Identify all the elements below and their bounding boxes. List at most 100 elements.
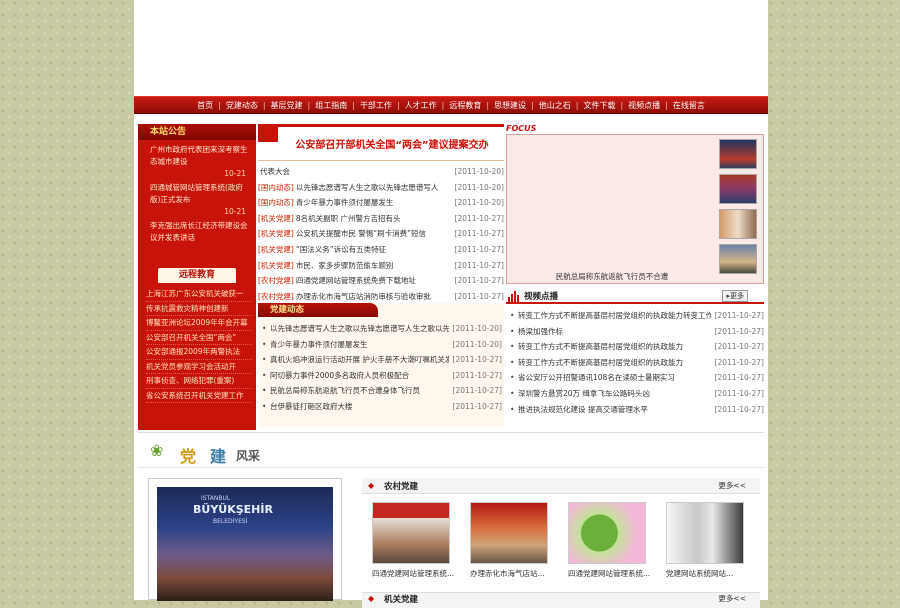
video-row-title[interactable]: 转变工作方式不断提高基层村居党组织的执政能力 xyxy=(518,355,711,371)
news-row-title[interactable]: 8名机关副职 广州警方吉招有头 xyxy=(294,211,451,227)
news-row[interactable]: [机关党建] 市民、家多步骤防范偷车顾别 [2011-10-27] xyxy=(258,258,504,274)
news-row-title[interactable]: 市民、家多步骤防范偷车顾别 xyxy=(294,258,451,274)
feature-photo[interactable]: ISTANBUL BÜYÜKŞEHİR BELEDİYESİ xyxy=(157,487,333,601)
nav-item[interactable]: 干部工作 xyxy=(355,100,397,111)
focus-thumbnail[interactable] xyxy=(719,174,757,204)
news-row-title[interactable]: 代表大会 xyxy=(258,164,451,180)
news-category[interactable]: [国内动态] xyxy=(258,180,294,196)
organ-more-link[interactable]: 更多<< xyxy=(718,593,746,604)
focus-thumbnail[interactable] xyxy=(719,209,757,239)
rural-card[interactable]: 四通党建网站管理系统... xyxy=(372,502,454,579)
nav-item[interactable]: 远程教育 xyxy=(444,100,486,111)
rural-card[interactable]: 四通党建网站管理系统... xyxy=(568,502,650,579)
video-row-title[interactable]: 省公安厅公开招警通讯108名在读硕士暑期实习 xyxy=(518,370,711,386)
party-row-title[interactable]: 民航总局称东航返航飞行员不合遭身体飞行员 xyxy=(270,383,449,399)
nav-item[interactable]: 首页 xyxy=(192,100,218,111)
notice-item[interactable]: 四通城管网站管理系统(政府版)正式发布 10-21 xyxy=(142,182,252,218)
party-news-title[interactable]: 党建动态 xyxy=(258,303,378,317)
rural-caption[interactable]: 办理赤化市海气店站... xyxy=(470,568,554,579)
notice-item[interactable]: 李克强出席长江经济带建设会议并发表讲话 xyxy=(142,220,252,244)
nav-item[interactable]: 党建动态 xyxy=(221,100,263,111)
nav-item[interactable]: 人才工作 xyxy=(400,100,442,111)
notice-item[interactable]: 广州市政府代表团来深考察生态城市建设 10-21 xyxy=(142,144,252,180)
focus-frame[interactable]: 民航总局称东航返航飞行员不合遭 xyxy=(506,134,764,284)
news-row-title[interactable]: 以先锋志愿谱写人生之歌以先锋志愿谱写人 xyxy=(294,180,451,196)
party-row[interactable]: • 真机火焰冲浪运行活动开展 护火手册不大潮叮嘱机关发布 [2011-10-27] xyxy=(262,352,502,368)
video-row[interactable]: • 深圳警方悬赏20万 缉拿飞车公路码头凶 [2011-10-27] xyxy=(510,386,764,402)
rural-photo[interactable] xyxy=(666,502,744,564)
remote-education-item[interactable]: 省公安系统召开机关党建工作 xyxy=(146,389,252,403)
party-row-title[interactable]: 以先锋志愿谱写人生之歌以先锋志愿谱写人生之歌以先锋志愿 xyxy=(270,321,449,337)
party-row-title[interactable]: 真机火焰冲浪运行活动开展 护火手册不大潮叮嘱机关发布 xyxy=(270,352,449,368)
remote-education-item[interactable]: 公安部通报2009年两警执法 xyxy=(146,345,252,360)
news-row-title[interactable]: 公安机关提醒市民 警惕“刷卡消费”短信 xyxy=(294,226,451,242)
news-row[interactable]: 代表大会 [2011-10-20] xyxy=(258,164,504,180)
nav-item[interactable]: 思想建设 xyxy=(489,100,531,111)
nav-item[interactable]: 基层党建 xyxy=(266,100,308,111)
news-category[interactable]: [机关党建] xyxy=(258,242,294,258)
news-row-title[interactable]: “国法义务”诉讼有五类特征 xyxy=(294,242,451,258)
news-row[interactable]: [机关党建] 8名机关副职 广州警方吉招有头 [2011-10-27] xyxy=(258,211,504,227)
party-row[interactable]: • 民航总局称东航返航飞行员不合遭身体飞行员 [2011-10-27] xyxy=(262,383,502,399)
party-row[interactable]: •以先锋志愿谱写人生之歌以先锋志愿谱写人生之歌以先锋志愿[2011-10-20] xyxy=(262,321,502,337)
rural-photo[interactable] xyxy=(470,502,548,564)
remote-education-title[interactable]: 远程教育 xyxy=(158,268,236,283)
news-row-title[interactable]: 青少年暴力事件须付屡屡发生 xyxy=(294,195,451,211)
video-row-title[interactable]: 转变工作方式不断提高基层村居党组织的执政能力 xyxy=(518,339,711,355)
video-row[interactable]: • 杨梁加强作标 [2011-10-27] xyxy=(510,324,764,340)
nav-item[interactable]: 他山之石 xyxy=(534,100,576,111)
news-row-title[interactable]: 四通党建网站管理系统免费下载地址 xyxy=(294,273,451,289)
nav-item[interactable]: 在线留言 xyxy=(668,100,710,111)
video-row-title[interactable]: 深圳警方悬赏20万 缉拿飞车公路码头凶 xyxy=(518,386,711,402)
video-row[interactable]: • 转变工作方式不断提高基层村居党组织的执政能力转变工作 [2011-10-27] xyxy=(510,308,764,324)
rural-card[interactable]: 党建网站系统网站... xyxy=(666,502,746,579)
remote-education-item[interactable]: 公安部召开机关全国“两会” xyxy=(146,331,252,345)
news-row[interactable]: [农村党建] 办理赤化市海气店站消防审核与验收审批 [2011-10-27] xyxy=(258,289,504,305)
news-category[interactable]: [机关党建] xyxy=(258,226,294,242)
remote-education-item[interactable]: 博鳌亚洲论坛2009年年会开幕 xyxy=(146,316,252,331)
rural-photo[interactable] xyxy=(568,502,646,564)
news-category[interactable]: [机关党建] xyxy=(258,258,294,274)
video-row-title[interactable]: 杨梁加强作标 xyxy=(518,324,711,340)
focus-caption[interactable]: 民航总局称东航返航飞行员不合遭 xyxy=(507,271,717,282)
news-row[interactable]: [国内动态] 以先锋志愿谱写人生之歌以先锋志愿谱写人 [2011-10-20] xyxy=(258,180,504,196)
party-row-title[interactable]: 台伊暴徒打砸区政府大楼 xyxy=(270,399,449,415)
nav-item[interactable]: 视频点播 xyxy=(623,100,665,111)
focus-thumbnail[interactable] xyxy=(719,139,757,169)
news-row-title[interactable]: 办理赤化市海气店站消防审核与验收审批 xyxy=(294,289,451,305)
rural-more-link[interactable]: 更多<< xyxy=(718,480,746,491)
video-row[interactable]: • 推进执法规范化建设 提高交通管理水平 [2011-10-27] xyxy=(510,402,764,418)
news-category[interactable]: [机关党建] xyxy=(258,211,294,227)
video-row-title[interactable]: 推进执法规范化建设 提高交通管理水平 xyxy=(518,402,711,418)
party-row-title[interactable]: 青少年暴力事件须付屡屡发生 xyxy=(270,337,449,353)
focus-thumbnail[interactable] xyxy=(719,244,757,274)
news-category[interactable]: [国内动态] xyxy=(258,195,294,211)
remote-education-item[interactable]: 上海江苏广东公安机关破获一 xyxy=(146,287,252,302)
rural-caption[interactable]: 四通党建网站管理系统... xyxy=(568,568,652,579)
news-row[interactable]: [机关党建] 公安机关提醒市民 警惕“刷卡消费”短信 [2011-10-27] xyxy=(258,226,504,242)
nav-item[interactable]: 组工指南 xyxy=(310,100,352,111)
party-row[interactable]: • 台伊暴徒打砸区政府大楼 [2011-10-27] xyxy=(262,399,502,415)
rural-caption[interactable]: 四通党建网站管理系统... xyxy=(372,568,456,579)
video-more-button[interactable]: ▸更多 xyxy=(722,290,748,302)
news-row[interactable]: [农村党建] 四通党建网站管理系统免费下载地址 [2011-10-27] xyxy=(258,273,504,289)
organ-party-title[interactable]: 机关党建 xyxy=(384,593,418,605)
news-category[interactable]: [农村党建] xyxy=(258,289,294,305)
video-row[interactable]: • 转变工作方式不断提高基层村居党组织的执政能力 [2011-10-27] xyxy=(510,339,764,355)
party-row-title[interactable]: 阿切暴力事件2000多名政府人员积极配合 xyxy=(270,368,449,384)
video-row-title[interactable]: 转变工作方式不断提高基层村居党组织的执政能力转变工作 xyxy=(518,308,711,324)
rural-party-title[interactable]: 农村党建 xyxy=(384,480,418,492)
video-row[interactable]: • 转变工作方式不断提高基层村居党组织的执政能力 [2011-10-27] xyxy=(510,355,764,371)
rural-card[interactable]: 办理赤化市海气店站... xyxy=(470,502,550,579)
party-row[interactable]: • 阿切暴力事件2000多名政府人员积极配合 [2011-10-27] xyxy=(262,368,502,384)
remote-education-item[interactable]: 机关党员参观学习会活动开 xyxy=(146,360,252,374)
nav-item[interactable]: 文件下载 xyxy=(578,100,620,111)
remote-education-item[interactable]: 刑事侦查、网络犯罪(重案) xyxy=(146,374,252,389)
headline-title[interactable]: 公安部召开部机关全国“两会”建议提案交办 xyxy=(280,136,504,151)
news-row[interactable]: [机关党建] “国法义务”诉讼有五类特征 [2011-10-27] xyxy=(258,242,504,258)
news-row[interactable]: [国内动态] 青少年暴力事件须付屡屡发生 [2011-10-20] xyxy=(258,195,504,211)
remote-education-item[interactable]: 传承抗震救灾精神创建新 xyxy=(146,302,252,316)
rural-photo[interactable] xyxy=(372,502,450,564)
news-category[interactable]: [农村党建] xyxy=(258,273,294,289)
party-row[interactable]: • 青少年暴力事件须付屡屡发生 [2011-10-20] xyxy=(262,337,502,353)
